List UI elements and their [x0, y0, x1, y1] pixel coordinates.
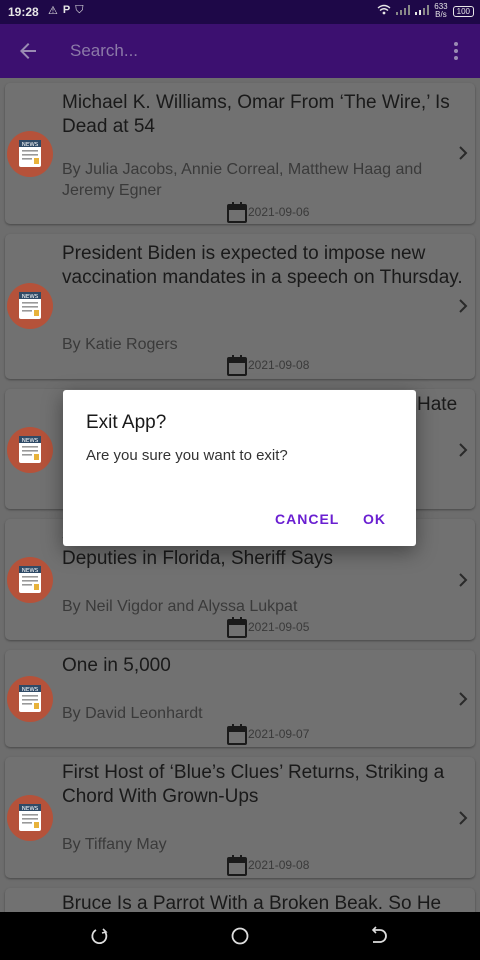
article-card[interactable]: NEWS One in 5,000 By David Leonhardt 202…	[5, 650, 475, 747]
article-card[interactable]: NEWS President Biden is expected to impo…	[5, 234, 475, 379]
cancel-button[interactable]: CANCEL	[275, 511, 339, 527]
news-icon: NEWS	[7, 795, 53, 841]
article-date-text: 2021-09-08	[248, 858, 310, 872]
svg-text:NEWS: NEWS	[22, 687, 39, 693]
status-right-icons: 633 B/s 100	[377, 3, 474, 19]
search-input[interactable]	[70, 38, 430, 64]
recent-apps-icon[interactable]	[90, 926, 110, 946]
article-title: First Host of ‘Blue’s Clues’ Returns, St…	[62, 762, 445, 807]
article-date: 2021-09-05	[227, 616, 309, 638]
article-author: By David Leonhardt	[62, 705, 203, 722]
chevron-right-icon	[459, 443, 468, 457]
back-arrow-icon[interactable]	[16, 39, 40, 63]
ok-button[interactable]: OK	[363, 511, 386, 527]
exit-dialog: Exit App? Are you sure you want to exit?…	[63, 390, 416, 546]
warning-icon: ⚠	[48, 5, 58, 17]
calendar-icon	[227, 617, 247, 638]
news-icon: NEWS	[7, 427, 53, 473]
chevron-right-icon	[459, 299, 468, 313]
shield-icon: ⛉	[75, 4, 84, 16]
news-icon: NEWS	[7, 131, 53, 177]
article-author: By Tiffany May	[62, 836, 167, 853]
calendar-icon	[227, 855, 247, 876]
article-card[interactable]: Bruce Is a Parrot With a Broken Beak. So…	[5, 888, 475, 912]
app-bar	[0, 24, 480, 78]
article-author: By Julia Jacobs, Annie Correal, Matthew …	[62, 161, 423, 199]
article-title: Michael K. Williams, Omar From ‘The Wire…	[62, 92, 450, 137]
signal-icon-2	[415, 4, 430, 18]
news-icon: NEWS	[7, 557, 53, 603]
svg-text:NEWS: NEWS	[22, 438, 39, 444]
status-bar: 19:28 ⚠ P ⛉ 633 B/s 100	[0, 0, 480, 24]
svg-text:NEWS: NEWS	[22, 294, 39, 300]
net-speed-unit: B/s	[435, 10, 447, 19]
dialog-title: Exit App?	[86, 412, 167, 433]
article-title: Bruce Is a Parrot With a Broken Beak. So…	[62, 893, 442, 912]
wifi-icon	[377, 4, 391, 18]
article-author: By Neil Vigdor and Alyssa Lukpat	[62, 598, 298, 615]
chevron-right-icon	[459, 573, 468, 587]
article-card[interactable]: NEWS First Host of ‘Blue’s Clues’ Return…	[5, 757, 475, 878]
article-date: 2021-09-07	[227, 723, 309, 745]
status-time: 19:28	[8, 5, 39, 19]
article-date: 2021-09-06	[227, 201, 309, 223]
svg-text:NEWS: NEWS	[22, 568, 39, 574]
article-date-text: 2021-09-08	[248, 358, 310, 372]
article-title: President Biden is expected to impose ne…	[62, 243, 463, 288]
chevron-right-icon	[459, 146, 468, 160]
article-date-text: 2021-09-06	[248, 205, 310, 219]
back-nav-icon[interactable]	[368, 926, 388, 946]
article-date-text: 2021-09-05	[248, 620, 310, 634]
more-options-icon[interactable]	[446, 40, 466, 62]
svg-text:NEWS: NEWS	[22, 806, 39, 812]
article-title: One in 5,000	[62, 655, 171, 676]
article-card[interactable]: NEWS Michael K. Williams, Omar From ‘The…	[5, 83, 475, 224]
signal-icon-1	[396, 4, 411, 18]
calendar-icon	[227, 355, 247, 376]
news-icon: NEWS	[7, 283, 53, 329]
calendar-icon	[227, 202, 247, 223]
home-icon[interactable]	[230, 926, 250, 946]
dialog-message: Are you sure you want to exit?	[86, 447, 288, 464]
article-author: By Katie Rogers	[62, 336, 178, 353]
net-speed: 633 B/s	[434, 3, 447, 19]
chevron-right-icon	[459, 692, 468, 706]
article-title: Hate	[417, 394, 458, 415]
system-nav-bar	[0, 912, 480, 960]
p-app-icon: P	[62, 4, 71, 16]
calendar-icon	[227, 724, 247, 745]
svg-text:NEWS: NEWS	[22, 142, 39, 148]
article-date: 2021-09-08	[227, 854, 309, 876]
chevron-right-icon	[459, 811, 468, 825]
news-icon: NEWS	[7, 676, 53, 722]
notification-icons: ⚠ P ⛉	[48, 4, 83, 17]
article-date: 2021-09-08	[227, 354, 309, 376]
article-date-text: 2021-09-07	[248, 727, 310, 741]
battery-icon: 100	[452, 5, 474, 17]
